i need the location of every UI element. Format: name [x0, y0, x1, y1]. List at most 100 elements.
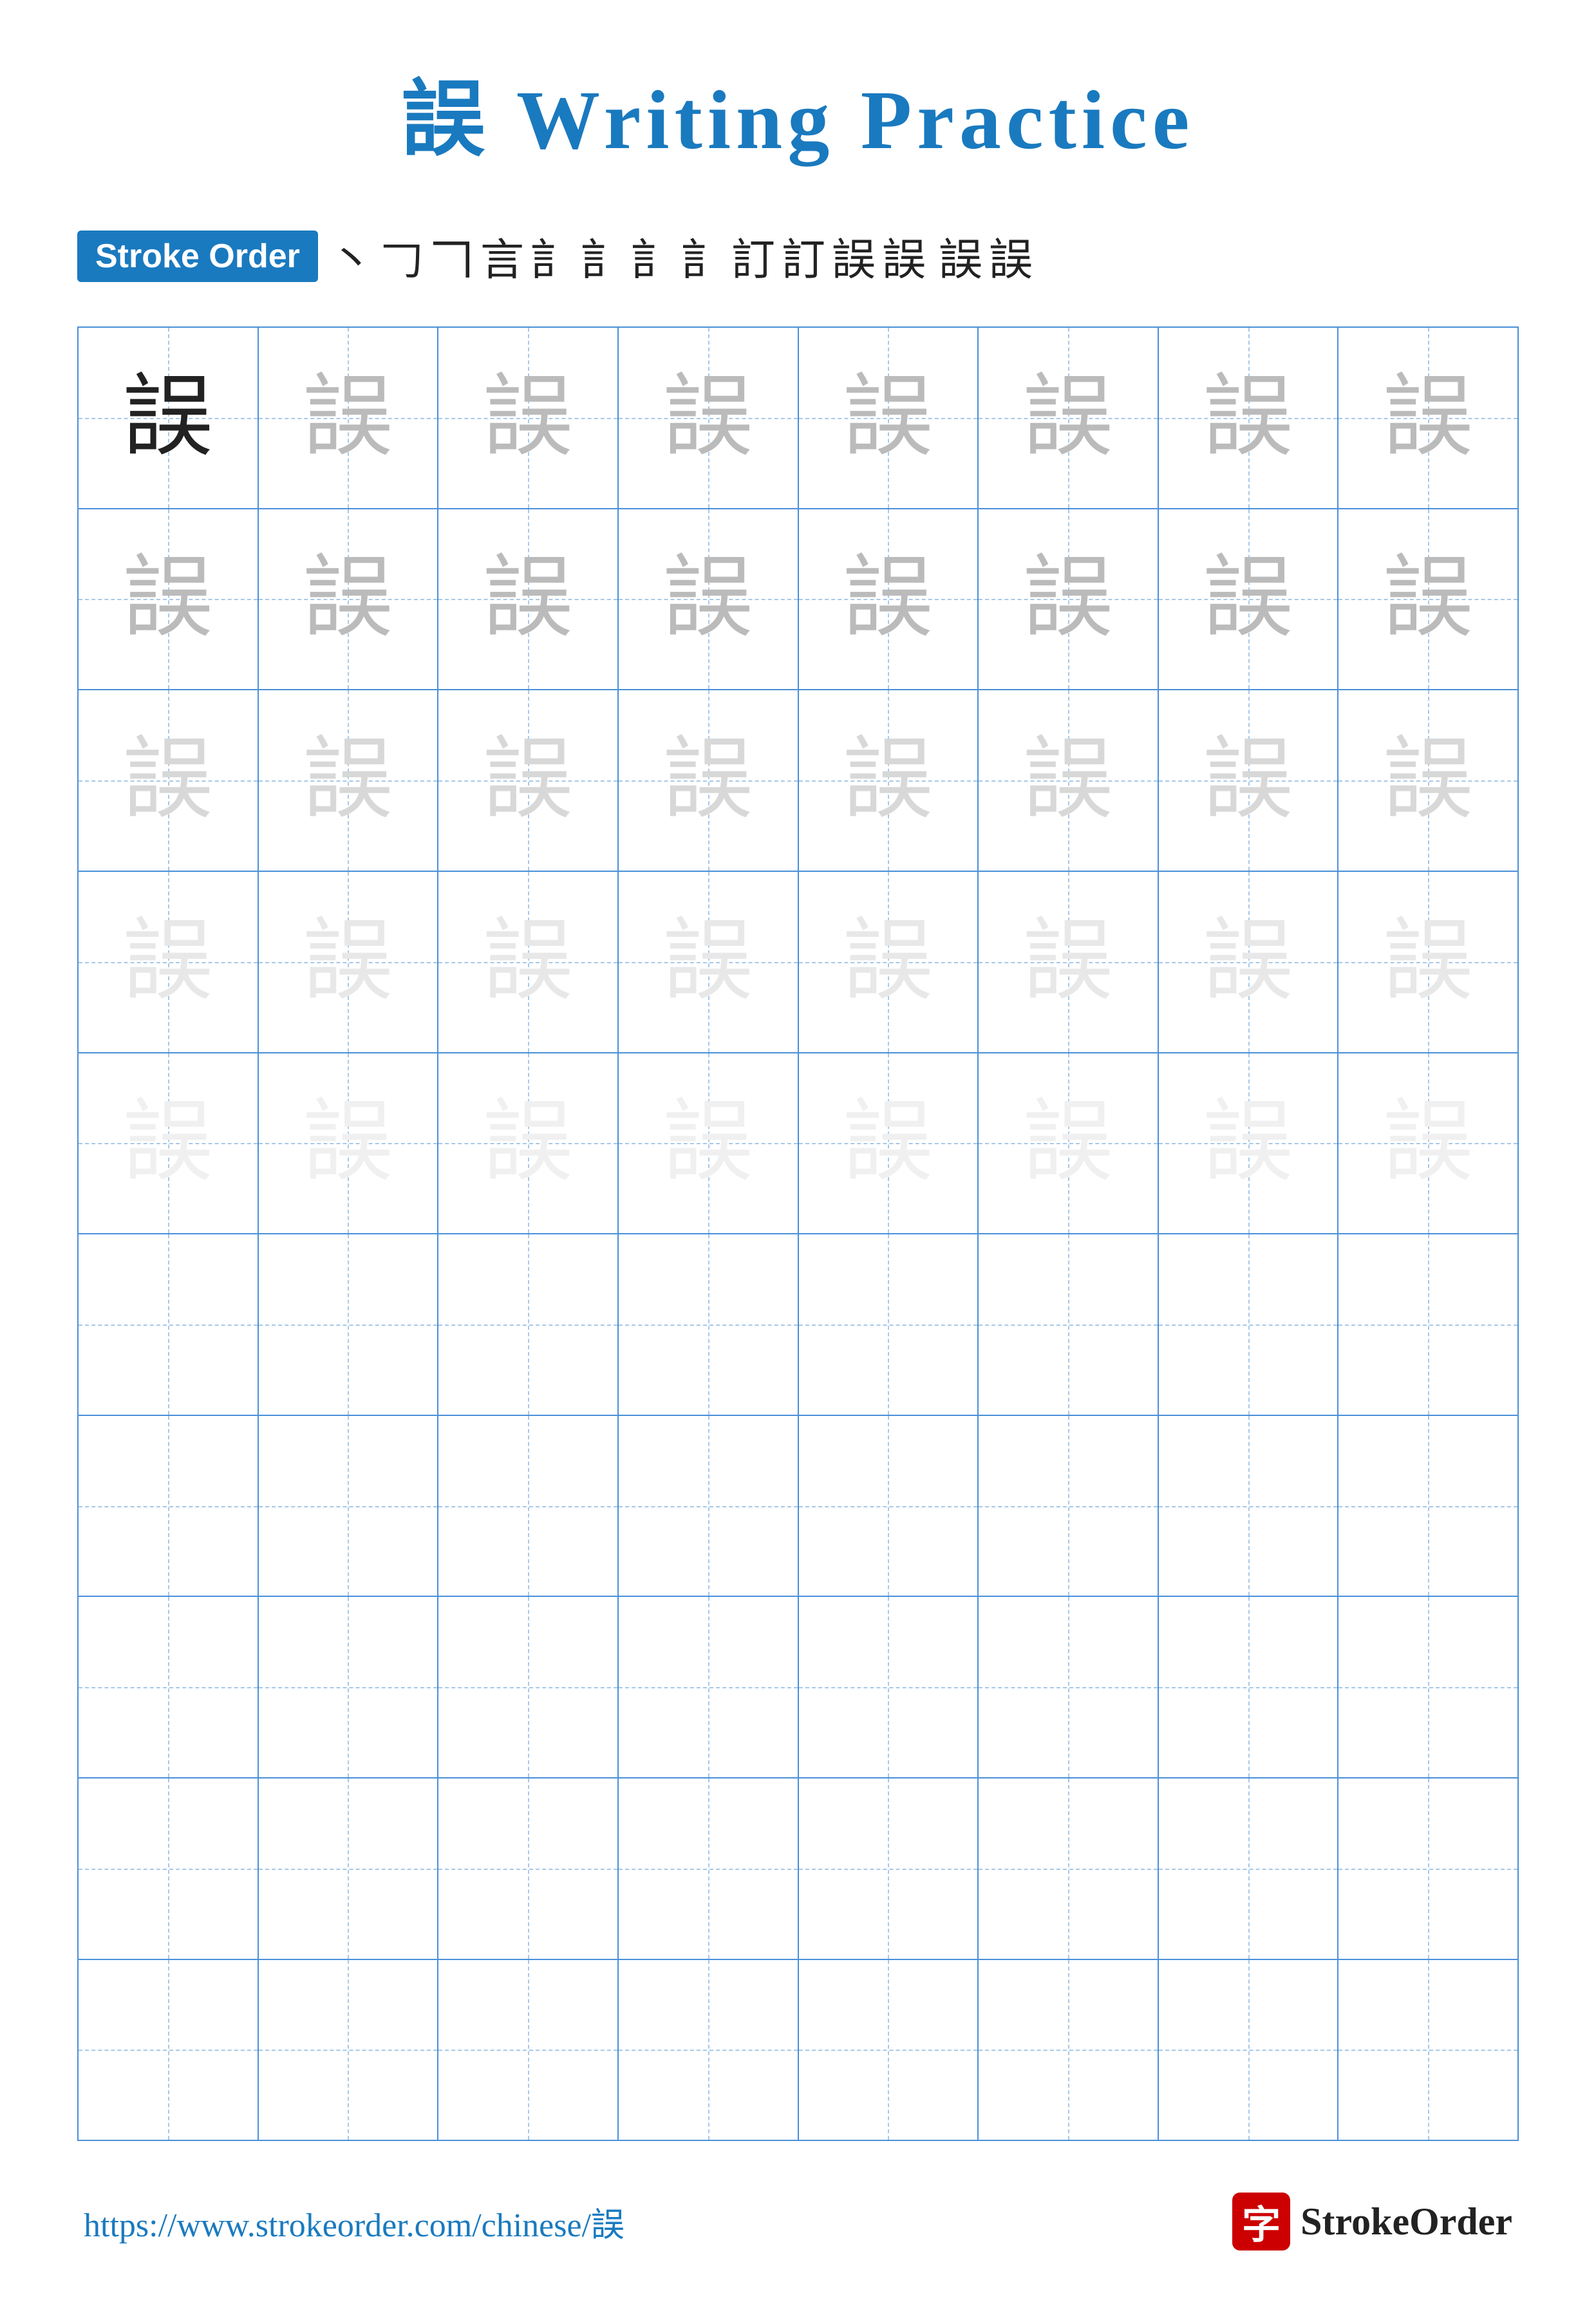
grid-cell — [799, 1960, 979, 2140]
grid-row: 誤誤誤誤誤誤誤誤 — [79, 690, 1517, 872]
stroke-order-badge: Stroke Order — [77, 231, 318, 282]
footer-logo-icon: 字 — [1232, 2193, 1290, 2250]
practice-char: 誤 — [1023, 373, 1113, 463]
practice-char: 誤 — [1383, 373, 1473, 463]
grid-cell — [259, 1234, 439, 1415]
practice-char: 誤 — [483, 1098, 573, 1188]
practice-char: 誤 — [123, 735, 213, 826]
grid-cell: 誤 — [438, 872, 619, 1052]
logo-char: 字 — [1242, 2194, 1281, 2250]
grid-cell: 誤 — [1159, 509, 1339, 690]
grid-cell: 誤 — [979, 690, 1159, 871]
practice-char: 誤 — [843, 735, 933, 826]
grid-cell — [259, 1416, 439, 1596]
grid-cell — [438, 1960, 619, 2140]
grid-cell: 誤 — [438, 509, 619, 690]
footer: https://www.strokeorder.com/chinese/誤 字 … — [77, 2193, 1519, 2250]
practice-char: 誤 — [123, 917, 213, 1007]
grid-cell — [619, 1416, 799, 1596]
practice-char: 誤 — [303, 373, 393, 463]
grid-cell — [799, 1597, 979, 1777]
grid-cell — [619, 1597, 799, 1777]
practice-char: 誤 — [123, 1098, 213, 1188]
grid-row — [79, 1416, 1517, 1598]
practice-char: 誤 — [1023, 1098, 1113, 1188]
page-title: 誤 Writing Practice — [402, 52, 1195, 173]
grid-cell — [1159, 1234, 1339, 1415]
grid-cell — [438, 1597, 619, 1777]
grid-row: 誤誤誤誤誤誤誤誤 — [79, 1053, 1517, 1235]
grid-cell — [438, 1416, 619, 1596]
grid-cell — [79, 1597, 259, 1777]
grid-cell — [259, 1960, 439, 2140]
practice-char: 誤 — [483, 373, 573, 463]
practice-char: 誤 — [1203, 735, 1293, 826]
practice-char: 誤 — [303, 554, 393, 644]
grid-cell — [1338, 1416, 1517, 1596]
grid-cell — [1159, 1597, 1339, 1777]
grid-cell: 誤 — [1338, 690, 1517, 871]
grid-cell: 誤 — [438, 690, 619, 871]
grid-cell: 誤 — [259, 690, 439, 871]
grid-cell — [979, 1778, 1159, 1959]
grid-cell — [259, 1597, 439, 1777]
grid-cell — [619, 1960, 799, 2140]
grid-cell: 誤 — [79, 872, 259, 1052]
footer-logo: 字 StrokeOrder — [1232, 2193, 1512, 2250]
practice-char: 誤 — [1023, 735, 1113, 826]
practice-grid: 誤誤誤誤誤誤誤誤誤誤誤誤誤誤誤誤誤誤誤誤誤誤誤誤誤誤誤誤誤誤誤誤誤誤誤誤誤誤誤誤 — [77, 326, 1519, 2141]
grid-cell: 誤 — [1338, 872, 1517, 1052]
practice-char: 誤 — [483, 735, 573, 826]
grid-cell: 誤 — [799, 509, 979, 690]
practice-char: 誤 — [1383, 1098, 1473, 1188]
grid-cell: 誤 — [259, 872, 439, 1052]
footer-url[interactable]: https://www.strokeorder.com/chinese/誤 — [84, 2198, 624, 2246]
grid-cell — [619, 1778, 799, 1959]
grid-cell — [1338, 1960, 1517, 2140]
stroke-order-chars: 丶 𠃌 𠃍 言 訁 訁 訁 訁 訂 訂 誤 誤 誤 誤 — [330, 224, 1033, 288]
grid-cell — [1159, 1416, 1339, 1596]
grid-cell: 誤 — [1338, 1053, 1517, 1234]
grid-cell — [1338, 1597, 1517, 1777]
grid-cell: 誤 — [1338, 328, 1517, 508]
practice-char: 誤 — [843, 1098, 933, 1188]
grid-cell: 誤 — [259, 1053, 439, 1234]
practice-char: 誤 — [1203, 373, 1293, 463]
grid-cell — [799, 1778, 979, 1959]
grid-cell: 誤 — [79, 328, 259, 508]
practice-char: 誤 — [1383, 554, 1473, 644]
practice-char: 誤 — [483, 917, 573, 1007]
grid-cell — [1338, 1234, 1517, 1415]
grid-cell — [79, 1416, 259, 1596]
grid-cell: 誤 — [619, 690, 799, 871]
grid-cell: 誤 — [259, 328, 439, 508]
grid-cell — [1159, 1778, 1339, 1959]
grid-cell: 誤 — [438, 328, 619, 508]
grid-cell — [799, 1234, 979, 1415]
grid-cell: 誤 — [619, 509, 799, 690]
grid-cell — [979, 1597, 1159, 1777]
practice-char: 誤 — [303, 735, 393, 826]
grid-cell: 誤 — [1159, 328, 1339, 508]
practice-char: 誤 — [303, 917, 393, 1007]
practice-char: 誤 — [1383, 917, 1473, 1007]
grid-cell: 誤 — [1338, 509, 1517, 690]
grid-cell: 誤 — [79, 690, 259, 871]
grid-cell: 誤 — [799, 1053, 979, 1234]
grid-cell: 誤 — [799, 872, 979, 1052]
grid-cell — [438, 1234, 619, 1415]
grid-cell: 誤 — [438, 1053, 619, 1234]
grid-row — [79, 1234, 1517, 1416]
grid-cell — [799, 1416, 979, 1596]
practice-char: 誤 — [123, 554, 213, 644]
practice-char: 誤 — [1203, 554, 1293, 644]
practice-char: 誤 — [663, 373, 753, 463]
footer-logo-text: StrokeOrder — [1300, 2200, 1512, 2244]
practice-char: 誤 — [1203, 917, 1293, 1007]
stroke-order-section: Stroke Order 丶 𠃌 𠃍 言 訁 訁 訁 訁 訂 訂 誤 誤 誤 誤 — [77, 224, 1519, 288]
grid-cell: 誤 — [1159, 872, 1339, 1052]
grid-cell: 誤 — [259, 509, 439, 690]
page: 誤 Writing Practice Stroke Order 丶 𠃌 𠃍 言 … — [0, 0, 1596, 2302]
grid-cell: 誤 — [979, 328, 1159, 508]
grid-cell — [979, 1234, 1159, 1415]
